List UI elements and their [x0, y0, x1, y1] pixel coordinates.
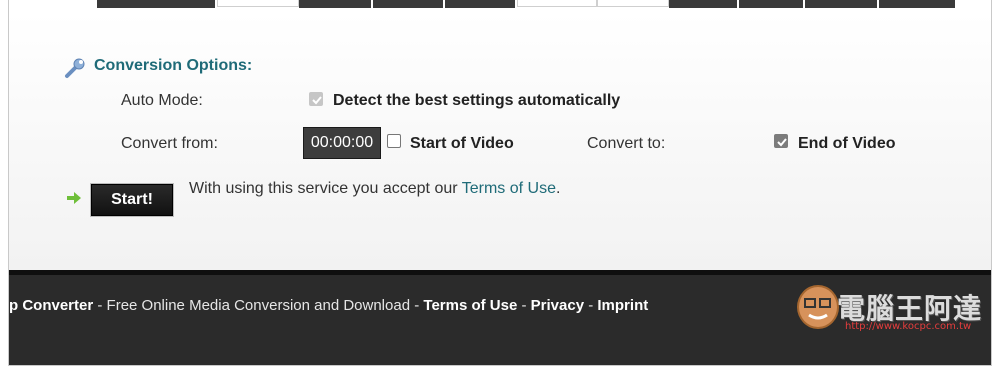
tab[interactable]	[373, 0, 443, 8]
tab[interactable]	[517, 0, 597, 7]
convert-from-label: Convert from:	[121, 135, 218, 152]
footer-separator: -	[517, 297, 531, 314]
tab-strip	[9, 0, 991, 12]
terms-notice-suffix: .	[555, 180, 561, 197]
section-title: Conversion Options:	[94, 57, 253, 74]
auto-mode-option-label: Detect the best settings automatically	[333, 92, 621, 109]
footer-separator: -	[410, 297, 424, 314]
footer-brand[interactable]: p Converter	[9, 297, 93, 314]
arrow-right-icon	[67, 192, 81, 204]
tab[interactable]	[739, 0, 803, 8]
footer: p Converter - Free Online Media Conversi…	[9, 270, 991, 365]
tab[interactable]	[97, 0, 215, 8]
footer-imprint-link[interactable]: Imprint	[597, 297, 648, 314]
convert-to-label: Convert to:	[587, 135, 666, 152]
tab[interactable]	[299, 0, 371, 8]
end-of-video-label: End of Video	[798, 135, 896, 152]
tab[interactable]	[217, 0, 299, 7]
tab[interactable]	[597, 0, 669, 7]
terms-notice: With using this service you accept our T…	[189, 180, 560, 198]
mascot-face-icon	[797, 285, 839, 329]
auto-mode-label: Auto Mode:	[121, 92, 203, 109]
watermark-logo: 電腦王阿達 http://www.kocpc.com.tw	[793, 281, 983, 341]
footer-tagline: Free Online Media Conversion and Downloa…	[106, 297, 411, 314]
terms-notice-prefix: With using this service you accept our	[189, 180, 458, 197]
checkmark-icon	[312, 96, 322, 105]
watermark-url: http://www.kocpc.com.tw	[845, 321, 972, 332]
tab[interactable]	[879, 0, 955, 8]
tab[interactable]	[805, 0, 877, 8]
footer-terms-link[interactable]: Terms of Use	[423, 297, 517, 314]
wrench-icon	[65, 58, 85, 78]
conversion-options-panel: Conversion Options: Auto Mode: Detect th…	[9, 12, 991, 270]
footer-separator: -	[93, 297, 107, 314]
tab[interactable]	[445, 0, 515, 8]
terms-of-use-link[interactable]: Terms of Use	[462, 180, 556, 197]
auto-mode-checkbox[interactable]	[309, 92, 323, 106]
convert-from-time-input[interactable]	[303, 127, 381, 159]
tab[interactable]	[669, 0, 737, 8]
start-of-video-label: Start of Video	[410, 135, 514, 152]
start-button[interactable]: Start!	[90, 183, 174, 217]
footer-privacy-link[interactable]: Privacy	[531, 297, 584, 314]
start-of-video-checkbox[interactable]	[387, 134, 401, 148]
checkmark-icon	[777, 138, 787, 147]
footer-separator: -	[584, 297, 598, 314]
end-of-video-checkbox[interactable]	[774, 134, 788, 148]
footer-links: p Converter - Free Online Media Conversi…	[9, 297, 648, 314]
converter-panel: Conversion Options: Auto Mode: Detect th…	[8, 0, 992, 366]
